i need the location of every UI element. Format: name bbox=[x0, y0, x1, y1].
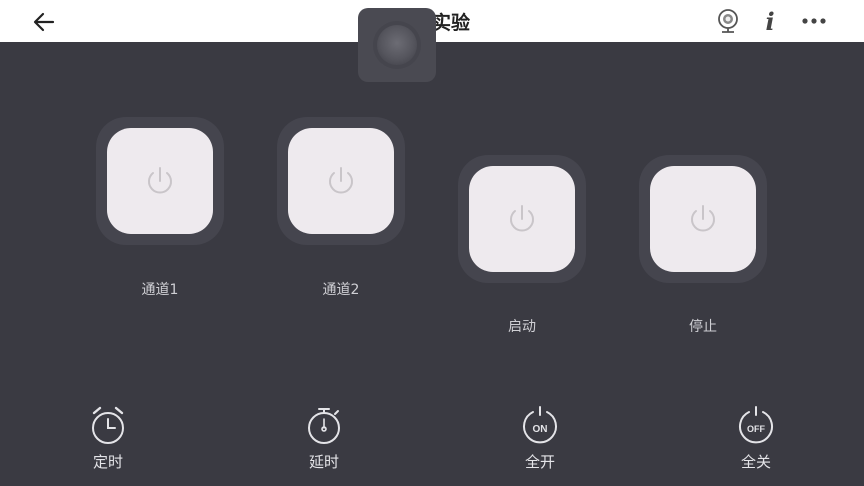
more-button[interactable] bbox=[800, 7, 828, 35]
back-arrow-icon bbox=[33, 12, 55, 32]
off-badge: OFF bbox=[747, 424, 765, 434]
switch-label: 停止 bbox=[689, 319, 717, 335]
power-off-icon: OFF bbox=[739, 406, 773, 444]
all-on-label: 全开 bbox=[524, 453, 555, 471]
timer-label: 定时 bbox=[92, 453, 123, 471]
delay-label: 延时 bbox=[308, 453, 339, 471]
switch-channel-1-button[interactable] bbox=[107, 128, 213, 234]
on-badge: ON bbox=[533, 424, 548, 435]
power-icon bbox=[510, 205, 534, 232]
switch-stop-button[interactable] bbox=[650, 166, 756, 272]
webcam-icon bbox=[718, 9, 738, 33]
all-off-button[interactable]: OFF 全关 bbox=[716, 405, 796, 472]
all-off-label: 全关 bbox=[740, 453, 771, 471]
power-icon bbox=[148, 167, 172, 194]
switch-label: 通道2 bbox=[322, 282, 360, 298]
more-dots-icon bbox=[802, 18, 826, 24]
switch-channel-1 bbox=[96, 117, 224, 245]
device-knob-icon bbox=[377, 25, 417, 65]
device-pull-tab[interactable] bbox=[358, 8, 436, 82]
camera-button[interactable] bbox=[714, 7, 742, 35]
alarm-clock-icon bbox=[92, 406, 124, 444]
all-on-button[interactable]: ON 全开 bbox=[500, 405, 580, 472]
switch-start bbox=[458, 155, 586, 283]
timer-button[interactable]: 定时 bbox=[68, 405, 148, 472]
switch-stop bbox=[639, 155, 767, 283]
power-icon bbox=[329, 167, 353, 194]
power-on-icon: ON bbox=[523, 406, 557, 444]
delay-button[interactable]: 延时 bbox=[284, 405, 364, 472]
back-button[interactable] bbox=[30, 8, 58, 36]
switch-channel-2-button[interactable] bbox=[288, 128, 394, 234]
stopwatch-icon bbox=[308, 408, 340, 444]
info-icon: i bbox=[765, 6, 775, 36]
switch-start-button[interactable] bbox=[469, 166, 575, 272]
switch-label: 启动 bbox=[508, 319, 536, 335]
power-icon bbox=[691, 205, 715, 232]
switch-channel-2 bbox=[277, 117, 405, 245]
switch-label: 通道1 bbox=[141, 282, 179, 298]
info-button[interactable]: i bbox=[756, 6, 784, 36]
